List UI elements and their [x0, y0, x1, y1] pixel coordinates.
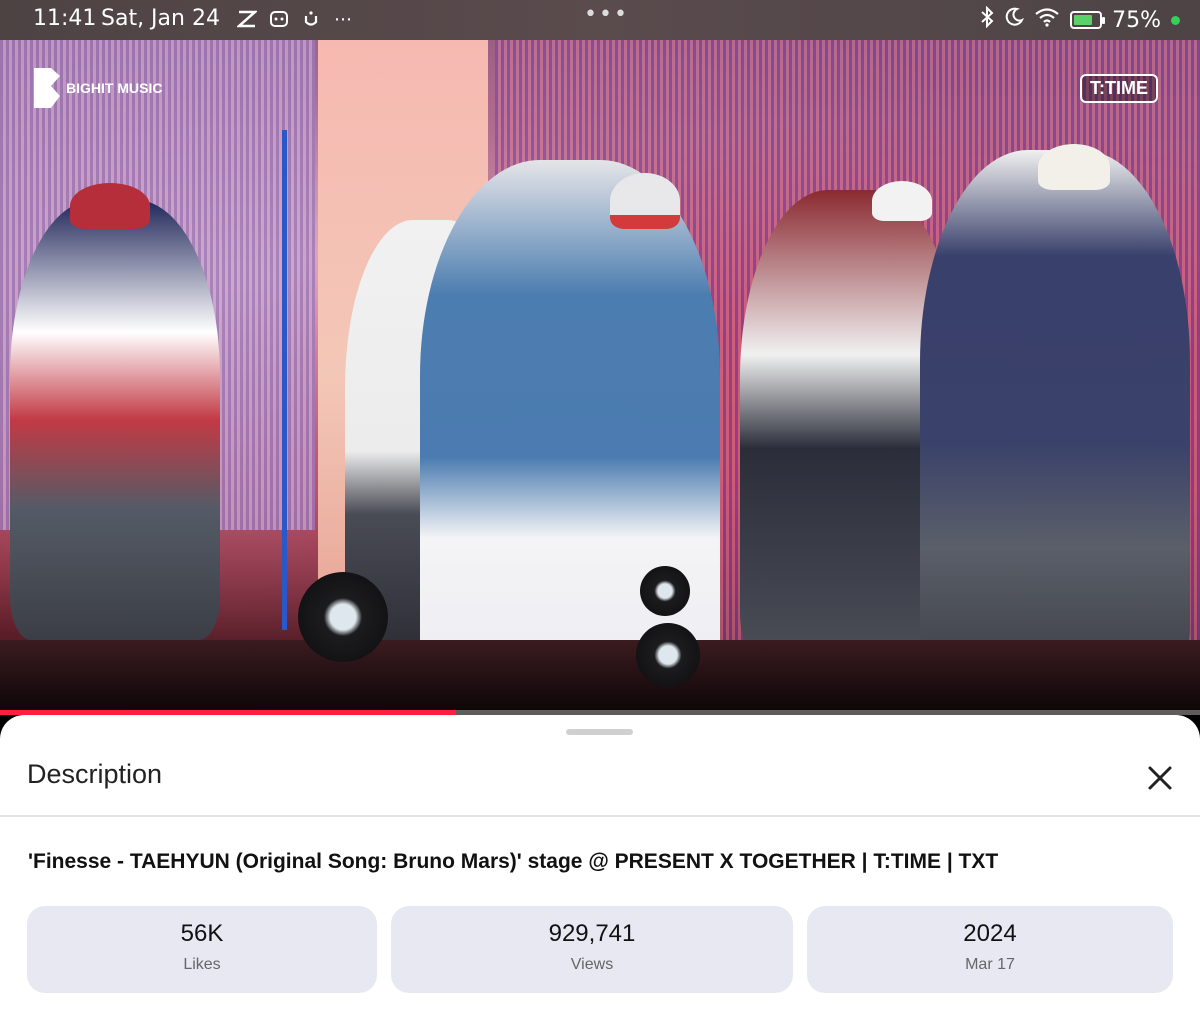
ttime-logo: T:TIME	[1080, 74, 1158, 103]
description-sheet: Description 'Finesse - TAEHYUN (Original…	[0, 715, 1200, 1013]
likes-stat: 56K Likes	[27, 906, 377, 993]
date-stat: 2024 Mar 17	[807, 906, 1173, 993]
status-notification-icons: ⋯	[236, 8, 354, 30]
sheet-title: Description	[27, 759, 163, 789]
views-label: Views	[570, 956, 614, 973]
close-icon	[1148, 766, 1172, 790]
likes-value: 56K	[180, 920, 224, 947]
close-button[interactable]	[1141, 759, 1179, 797]
divider	[0, 815, 1200, 817]
dancer-5	[920, 150, 1190, 680]
cap-3	[610, 173, 680, 229]
status-date: Sat, Jan 24	[101, 6, 220, 31]
dancer-1	[10, 200, 220, 640]
battery-level-fill	[1074, 15, 1093, 25]
multi-window-handle-icon[interactable]: •••	[584, 2, 629, 27]
status-time: 11:41	[33, 6, 97, 31]
bighit-logo-text: BIGHIT MUSIC	[66, 80, 163, 96]
moon-icon	[1004, 7, 1025, 33]
bluetooth-icon	[980, 5, 994, 34]
video-title: 'Finesse - TAEHYUN (Original Song: Bruno…	[28, 850, 999, 873]
video-player[interactable]: BIGHIT MUSIC T:TIME	[0, 40, 1200, 715]
likes-label: Likes	[183, 956, 221, 973]
wifi-icon	[1034, 7, 1060, 33]
status-system-icons: 75%	[980, 5, 1180, 34]
status-bar: 11:41 Sat, Jan 24 ⋯ ••• 75%	[0, 0, 1200, 40]
charging-dot-icon	[1171, 15, 1180, 25]
app-icon	[268, 8, 290, 30]
cap-1	[70, 183, 150, 229]
battery-icon	[1070, 11, 1106, 29]
year-value: 2024	[963, 920, 1017, 947]
stage-light	[636, 623, 700, 687]
cap-4	[872, 181, 932, 221]
stage-floor	[0, 640, 1200, 715]
stage-light	[298, 572, 388, 662]
bighit-music-logo: BIGHIT MUSIC	[34, 68, 162, 108]
sheet-drag-handle[interactable]	[566, 729, 633, 735]
more-dots-icon: ⋯	[334, 8, 352, 30]
notification-icon	[300, 8, 322, 30]
views-stat: 929,741 Views	[391, 906, 793, 993]
mic-stand	[282, 130, 287, 630]
dancer-3	[420, 160, 720, 700]
stage-light	[640, 566, 690, 616]
cap-5	[1038, 144, 1110, 190]
date-label: Mar 17	[965, 956, 1015, 973]
capcut-icon	[236, 8, 258, 30]
battery-percent: 75%	[1112, 7, 1161, 33]
bighit-mark-icon	[34, 68, 60, 108]
views-value: 929,741	[548, 920, 636, 947]
